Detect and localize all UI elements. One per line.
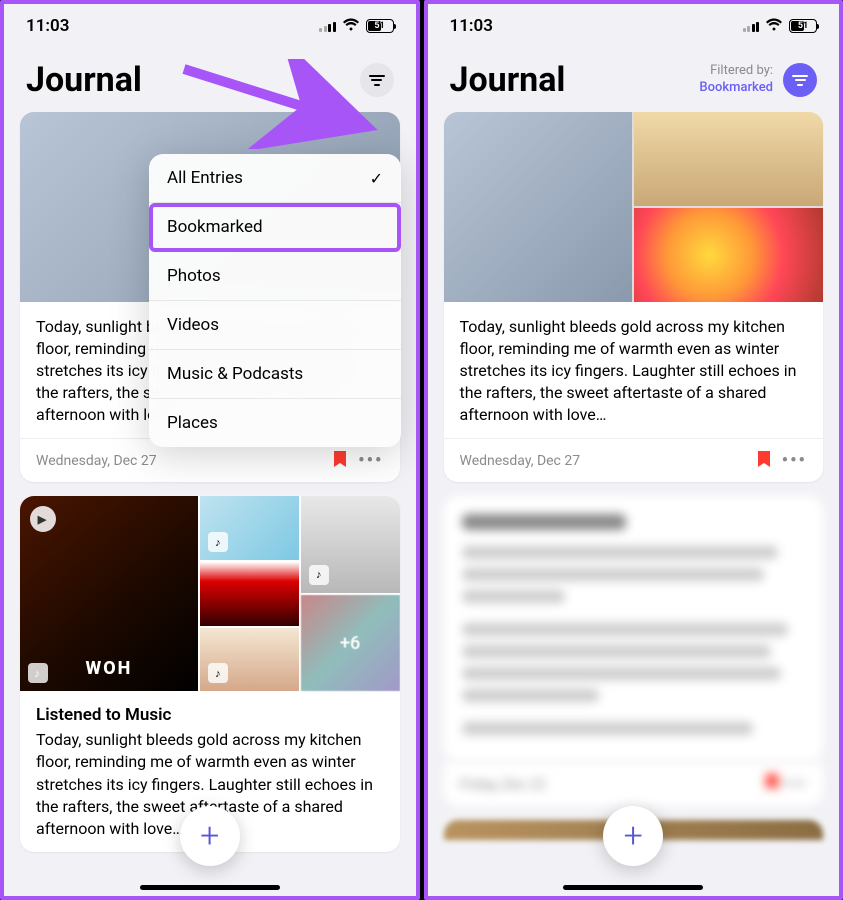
phone-left: 11:03 51 Journal Today, sunlight bleeds … (0, 0, 420, 900)
album-art-main: ▶ ♪ WOH (20, 496, 198, 691)
page-title: Journal (26, 60, 142, 100)
music-icon: ♪ (28, 663, 48, 683)
bookmark-icon[interactable] (334, 451, 346, 471)
page-title: Journal (450, 60, 566, 100)
filter-option-bookmarked[interactable]: Bookmarked (149, 203, 401, 252)
entry-card-blurred[interactable]: Friday, Dec 22 ••• (444, 496, 824, 806)
album-art (200, 562, 299, 626)
status-right: 51 (743, 17, 818, 35)
content: Today, sunlight bleeds gold across my ki… (428, 112, 840, 840)
filter-icon (369, 75, 385, 86)
checkmark-icon: ✓ (370, 169, 383, 188)
home-indicator[interactable] (563, 885, 703, 890)
play-icon[interactable]: ▶ (30, 506, 56, 532)
music-icon: ♪ (309, 565, 329, 585)
cellular-icon (319, 20, 336, 32)
more-button[interactable]: ••• (782, 450, 807, 471)
filter-option-videos[interactable]: Videos (149, 301, 401, 350)
entry-date: Wednesday, Dec 27 (460, 453, 581, 469)
entry-text: Today, sunlight bleeds gold across my ki… (460, 316, 808, 426)
more-button[interactable]: ••• (358, 450, 383, 471)
status-right: 51 (319, 17, 394, 35)
entry-date: Wednesday, Dec 27 (36, 453, 157, 469)
status-bar: 11:03 51 (428, 4, 840, 42)
album-art: ♪ (301, 496, 400, 593)
status-bar: 11:03 51 (4, 4, 416, 42)
entry-photos (444, 112, 824, 302)
album-art: ♪ (200, 628, 299, 692)
header: Journal Filtered by: Bookmarked (428, 42, 840, 112)
phone-right: 11:03 51 Journal Filtered by: Bookmarked (424, 0, 843, 900)
battery-icon: 51 (789, 19, 817, 33)
filter-button[interactable] (360, 63, 394, 97)
filter-option-all[interactable]: All Entries✓ (149, 154, 401, 203)
bookmark-icon[interactable] (766, 775, 782, 794)
add-entry-button[interactable]: + (180, 806, 240, 866)
filtered-by-label: Filtered by: Bookmarked (699, 63, 773, 97)
filter-option-places[interactable]: Places (149, 399, 401, 447)
album-overflow[interactable]: +6 (301, 595, 400, 692)
bookmark-icon[interactable] (758, 451, 770, 471)
header: Journal (4, 42, 416, 112)
status-time: 11:03 (26, 16, 69, 36)
more-button[interactable]: ••• (782, 774, 807, 795)
filter-button[interactable] (783, 63, 817, 97)
wifi-icon (342, 17, 360, 35)
entry-card-music[interactable]: ▶ ♪ WOH ♪ ♪ ♪ +6 Listened to Music Today… (20, 496, 400, 851)
music-icon: ♪ (208, 663, 228, 683)
wifi-icon (765, 17, 783, 35)
cellular-icon (743, 20, 760, 32)
status-time: 11:03 (450, 16, 493, 36)
battery-icon: 51 (366, 19, 394, 33)
filter-icon (792, 75, 808, 86)
album-art: ♪ (200, 496, 299, 560)
card-footer: Wednesday, Dec 27 ••• (444, 438, 824, 482)
filter-value[interactable]: Bookmarked (699, 80, 773, 97)
filter-dropdown: All Entries✓ Bookmarked Photos Videos Mu… (149, 154, 401, 447)
entry-card[interactable]: Today, sunlight bleeds gold across my ki… (444, 112, 824, 482)
filter-option-photos[interactable]: Photos (149, 252, 401, 301)
home-indicator[interactable] (140, 885, 280, 890)
add-entry-button[interactable]: + (603, 806, 663, 866)
filter-option-music[interactable]: Music & Podcasts (149, 350, 401, 399)
music-grid: ▶ ♪ WOH ♪ ♪ ♪ +6 (20, 496, 400, 691)
entry-date: Friday, Dec 22 (460, 777, 546, 793)
entry-title: Listened to Music (36, 705, 384, 725)
music-icon: ♪ (208, 532, 228, 552)
